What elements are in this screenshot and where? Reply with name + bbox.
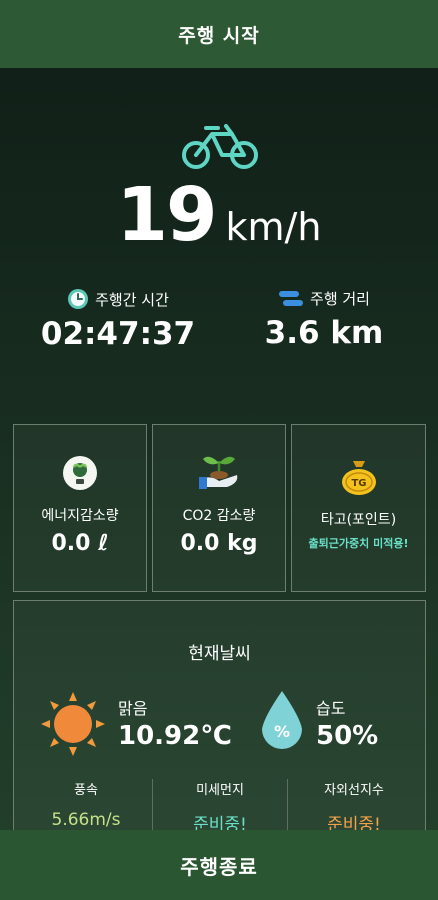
ride-distance-stat: 주행 거리 3.6 km bbox=[224, 288, 424, 351]
co2-value: 0.0 kg bbox=[180, 531, 258, 556]
uv-stat: 자외선지수 준비중! bbox=[289, 779, 419, 835]
tago-card: TG 타고(포인트) 출퇴근가중치 미적용! bbox=[291, 424, 426, 592]
wind-value: 5.66m/s bbox=[51, 810, 121, 830]
header-bar: 주행 시작 bbox=[0, 0, 438, 68]
header-title: 주행 시작 bbox=[178, 24, 260, 47]
energy-label: 에너지감소량 bbox=[41, 508, 119, 524]
weather-divider bbox=[287, 779, 288, 831]
energy-card: 에너지감소량 0.0 ℓ bbox=[13, 424, 147, 592]
energy-value: 0.0 ℓ bbox=[51, 531, 109, 556]
tago-note: 출퇴근가중치 미적용! bbox=[308, 537, 409, 550]
end-ride-label: 주행종료 bbox=[180, 854, 258, 879]
co2-card: CO2 감소량 0.0 kg bbox=[152, 424, 286, 592]
ride-distance-label: 주행 거리 bbox=[310, 290, 370, 308]
humidity-drop-icon: % bbox=[262, 691, 302, 749]
temperature-value: 10.92℃ bbox=[118, 721, 232, 751]
bicycle-icon bbox=[182, 124, 258, 169]
speed-unit: km/h bbox=[225, 205, 322, 249]
sprout-hand-icon bbox=[199, 456, 238, 489]
sun-icon bbox=[41, 692, 105, 756]
ride-time-label: 주행간 시간 bbox=[95, 290, 169, 309]
humidity-symbol: % bbox=[274, 722, 290, 741]
end-ride-button[interactable]: 주행종료 bbox=[0, 830, 438, 900]
weather-title: 현재날씨 bbox=[188, 644, 251, 664]
tago-label: 타고(포인트) bbox=[320, 512, 397, 528]
weather-condition-label: 맑음 bbox=[118, 699, 148, 718]
speed-value: 19 bbox=[116, 172, 218, 258]
dust-stat: 미세먼지 준비중! bbox=[155, 779, 285, 835]
coin-text: TG bbox=[351, 478, 366, 489]
weather-divider bbox=[152, 779, 153, 831]
humidity-label: 습도 bbox=[316, 699, 346, 718]
speed-display: 19 km/h bbox=[0, 172, 438, 258]
tg-coin-bag-icon: TG bbox=[341, 461, 376, 495]
dust-label: 미세먼지 bbox=[196, 783, 244, 798]
distance-icon bbox=[279, 290, 304, 306]
wind-stat: 풍속 5.66m/s bbox=[21, 779, 151, 830]
ride-distance-value: 3.6 km bbox=[264, 315, 384, 351]
weather-card: 현재날씨 맑음 10.92℃ % 습도 50% 풍속 5.66m/s 미세먼지 … bbox=[13, 600, 426, 840]
clock-icon bbox=[68, 289, 89, 309]
wind-label: 풍속 bbox=[74, 783, 98, 798]
uv-label: 자외선지수 bbox=[324, 783, 384, 798]
co2-label: CO2 감소량 bbox=[182, 508, 256, 524]
ride-time-stat: 주행간 시간 02:47:37 bbox=[18, 288, 218, 352]
ride-time-value: 02:47:37 bbox=[40, 316, 196, 352]
humidity-value: 50% bbox=[316, 721, 379, 751]
lightbulb-icon bbox=[63, 456, 97, 490]
